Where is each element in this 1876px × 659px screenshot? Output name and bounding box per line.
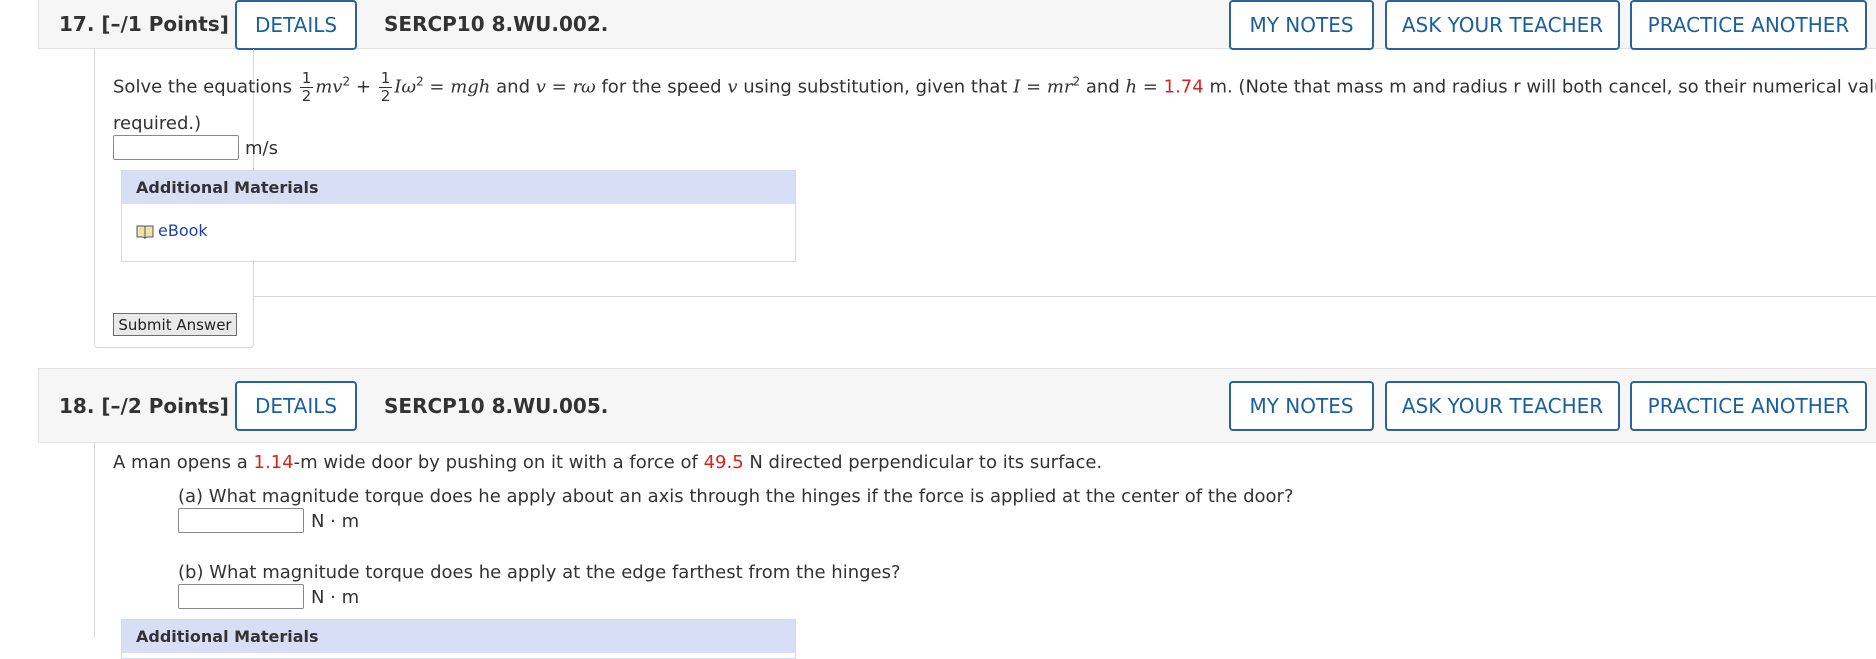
question-18-part-a: (a) What magnitude torque does he apply …	[178, 486, 1294, 507]
ask-teacher-button[interactable]: ASK YOUR TEACHER	[1385, 381, 1620, 431]
body-divider	[254, 296, 1876, 297]
fraction-half: 12	[299, 69, 314, 105]
unit-label-18b: N · m	[311, 587, 360, 608]
question-17-number: 17. [–/1 Points]	[59, 12, 229, 36]
door-width-value: 1.14	[253, 452, 294, 473]
question-18-points: [–/2 Points]	[101, 393, 229, 418]
practice-another-button[interactable]: PRACTICE ANOTHER	[1630, 0, 1867, 50]
additional-materials-17: Additional Materials eBook	[121, 170, 796, 262]
answer-input-18b[interactable]	[178, 584, 304, 609]
additional-materials-18: Additional Materials	[121, 619, 796, 659]
answer-input-17[interactable]	[113, 135, 239, 160]
book-icon	[136, 224, 154, 239]
practice-another-button[interactable]: PRACTICE ANOTHER	[1630, 381, 1867, 431]
question-17-points: [–/1 Points]	[101, 12, 229, 36]
fraction-half-2: 12	[378, 69, 393, 105]
question-17-header: 17. [–/1 Points] DETAILS SERCP10 8.WU.00…	[38, 0, 1876, 50]
question-17-text-line2: required.)	[113, 113, 202, 134]
unit-label-18a: N · m	[311, 511, 360, 532]
details-button[interactable]: DETAILS	[235, 0, 357, 50]
my-notes-button[interactable]: MY NOTES	[1229, 0, 1374, 50]
ebook-link[interactable]: eBook	[136, 221, 208, 240]
question-18-part-b: (b) What magnitude torque does he apply …	[178, 562, 901, 583]
unit-label-17: m/s	[245, 138, 278, 159]
question-18-id: SERCP10 8.WU.005.	[384, 393, 609, 418]
additional-materials-header: Additional Materials	[122, 171, 795, 204]
answer-input-18a[interactable]	[178, 508, 304, 533]
question-18-body	[94, 443, 95, 638]
ask-teacher-button[interactable]: ASK YOUR TEACHER	[1385, 0, 1620, 50]
question-18-intro: A man opens a 1.14-m wide door by pushin…	[113, 452, 1103, 473]
h-value: 1.74	[1163, 76, 1204, 98]
question-17-text-line1: Solve the equations 1 2 mv2 + 1 2 Iω2 = mgh …	[113, 69, 1876, 105]
submit-answer-button[interactable]: Submit Answer	[113, 313, 237, 336]
details-button[interactable]: DETAILS	[235, 381, 357, 431]
additional-materials-header: Additional Materials	[122, 620, 795, 653]
question-18-number: 18. [–/2 Points]	[59, 393, 229, 418]
question-17-id: SERCP10 8.WU.002.	[384, 12, 609, 36]
my-notes-button[interactable]: MY NOTES	[1229, 381, 1374, 431]
force-value: 49.5	[703, 452, 744, 473]
question-18-header: 18. [–/2 Points] DETAILS SERCP10 8.WU.00…	[38, 368, 1876, 443]
